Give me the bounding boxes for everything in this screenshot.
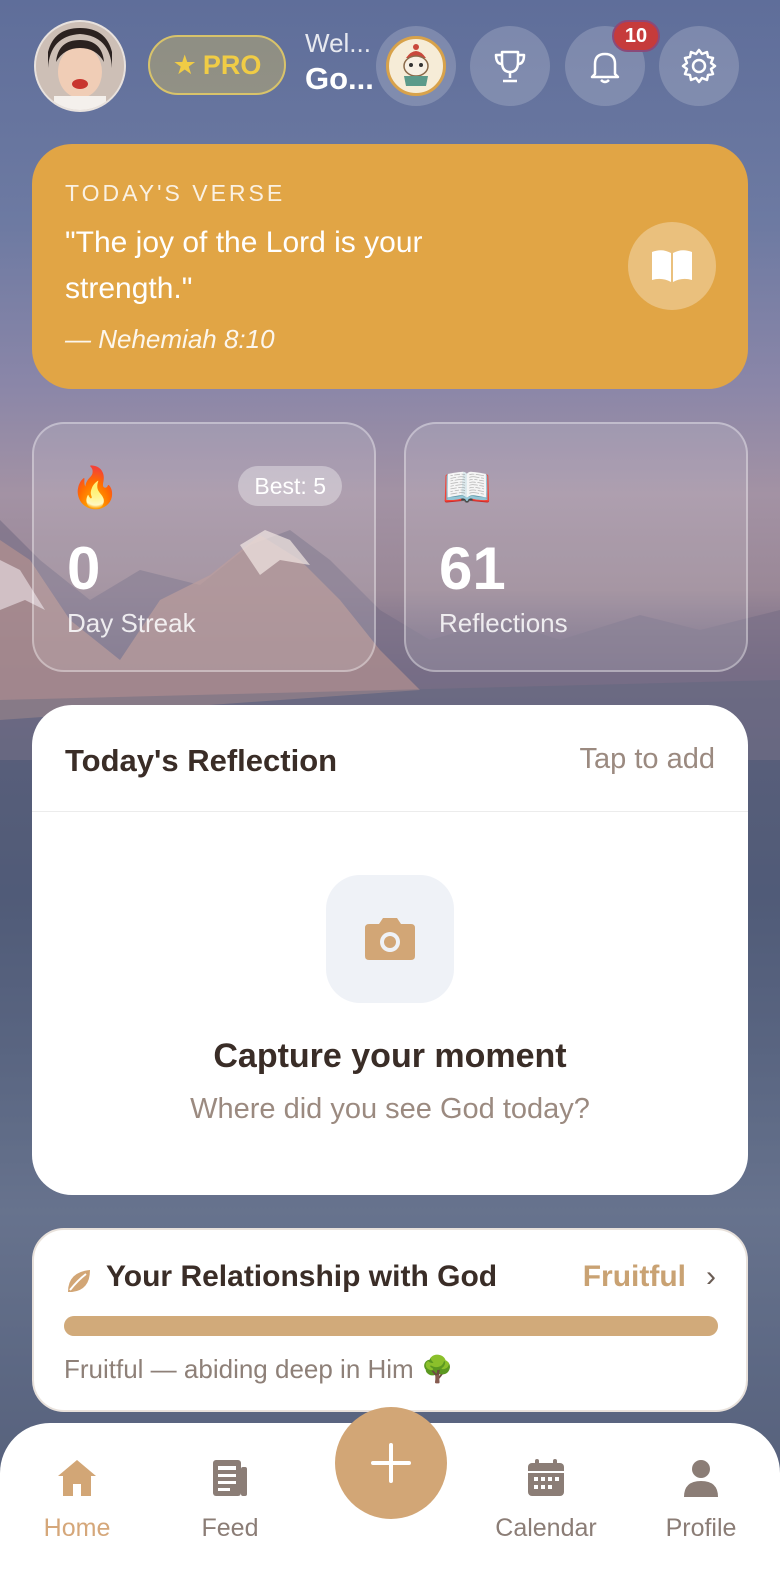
bell-icon	[590, 52, 620, 84]
mascot-button[interactable]	[376, 26, 456, 106]
welcome-greeting: Wel...	[305, 28, 371, 58]
mascot-icon	[386, 36, 446, 96]
trophy-button[interactable]	[470, 26, 550, 106]
pro-badge[interactable]: ★ PRO	[148, 35, 286, 95]
reflections-card[interactable]: 📖 61 Reflections	[404, 422, 748, 672]
relationship-card[interactable]: Your Relationship with God Fruitful › Fr…	[32, 1228, 748, 1412]
nav-calendar[interactable]: Calendar	[486, 1457, 606, 1543]
nav-home-label: Home	[43, 1514, 111, 1542]
welcome-text: Wel... Go...	[305, 28, 374, 97]
nav-profile[interactable]: Profile	[641, 1457, 761, 1543]
streak-caption: Day Streak	[67, 608, 196, 638]
relationship-progress-bar	[64, 1316, 718, 1336]
gear-icon	[681, 48, 717, 84]
tap-to-add-link[interactable]: Tap to add	[580, 743, 715, 776]
relationship-status: Fruitful	[582, 1260, 686, 1293]
reflections-value: 61	[439, 535, 506, 602]
verse-reference: — Nehemiah 8:10	[65, 324, 275, 354]
relationship-progress-fill	[64, 1316, 718, 1336]
add-reflection-button[interactable]	[335, 1407, 447, 1519]
star-icon: ★	[172, 49, 197, 80]
nav-calendar-label: Calendar	[495, 1514, 597, 1542]
nav-feed[interactable]: Feed	[170, 1457, 290, 1543]
todays-reflection-card[interactable]: Today's Reflection Tap to add Capture yo…	[32, 705, 748, 1195]
notification-badge: 10	[612, 20, 660, 52]
nav-profile-label: Profile	[665, 1514, 737, 1542]
best-streak-badge: Best: 5	[238, 466, 342, 506]
leaf-icon	[68, 1270, 90, 1292]
streak-value: 0	[67, 535, 101, 602]
person-icon	[684, 1460, 718, 1497]
avatar[interactable]	[34, 20, 126, 112]
chevron-right-icon: ›	[706, 1260, 716, 1293]
feed-icon	[213, 1460, 247, 1496]
verse-text: "The joy of the Lord is your strength."	[65, 226, 423, 305]
verse-label: TODAY'S VERSE	[65, 180, 286, 206]
camera-icon	[365, 918, 415, 960]
open-book-icon: 📖	[442, 466, 492, 510]
calendar-icon	[528, 1459, 564, 1496]
capture-button[interactable]	[326, 875, 454, 1003]
welcome-name: Go...	[305, 61, 374, 96]
relationship-title: Your Relationship with God	[106, 1260, 498, 1293]
relationship-description: Fruitful — abiding deep in Him 🌳	[64, 1354, 454, 1384]
trophy-icon	[494, 50, 526, 83]
reflection-header: Today's Reflection Tap to add	[32, 705, 748, 812]
capture-subtitle: Where did you see God today?	[190, 1093, 590, 1125]
open-bible-button[interactable]	[628, 222, 716, 310]
home-screen: ★ PRO Wel... Go... 10 TODAY'S VERSE "The…	[0, 0, 780, 1594]
streak-card[interactable]: 🔥 Best: 5 0 Day Streak	[32, 422, 376, 672]
reflection-title: Today's Reflection	[65, 743, 338, 778]
book-open-icon	[652, 250, 692, 282]
todays-verse-card[interactable]: TODAY'S VERSE "The joy of the Lord is yo…	[32, 144, 748, 389]
reflections-caption: Reflections	[439, 608, 568, 638]
fire-icon: 🔥	[70, 466, 120, 510]
nav-home[interactable]: Home	[17, 1457, 137, 1543]
nav-feed-label: Feed	[201, 1514, 259, 1542]
capture-title: Capture your moment	[213, 1037, 567, 1075]
pro-label: PRO	[202, 49, 262, 80]
plus-icon	[371, 1443, 411, 1483]
home-icon	[58, 1460, 96, 1496]
settings-button[interactable]	[659, 26, 739, 106]
